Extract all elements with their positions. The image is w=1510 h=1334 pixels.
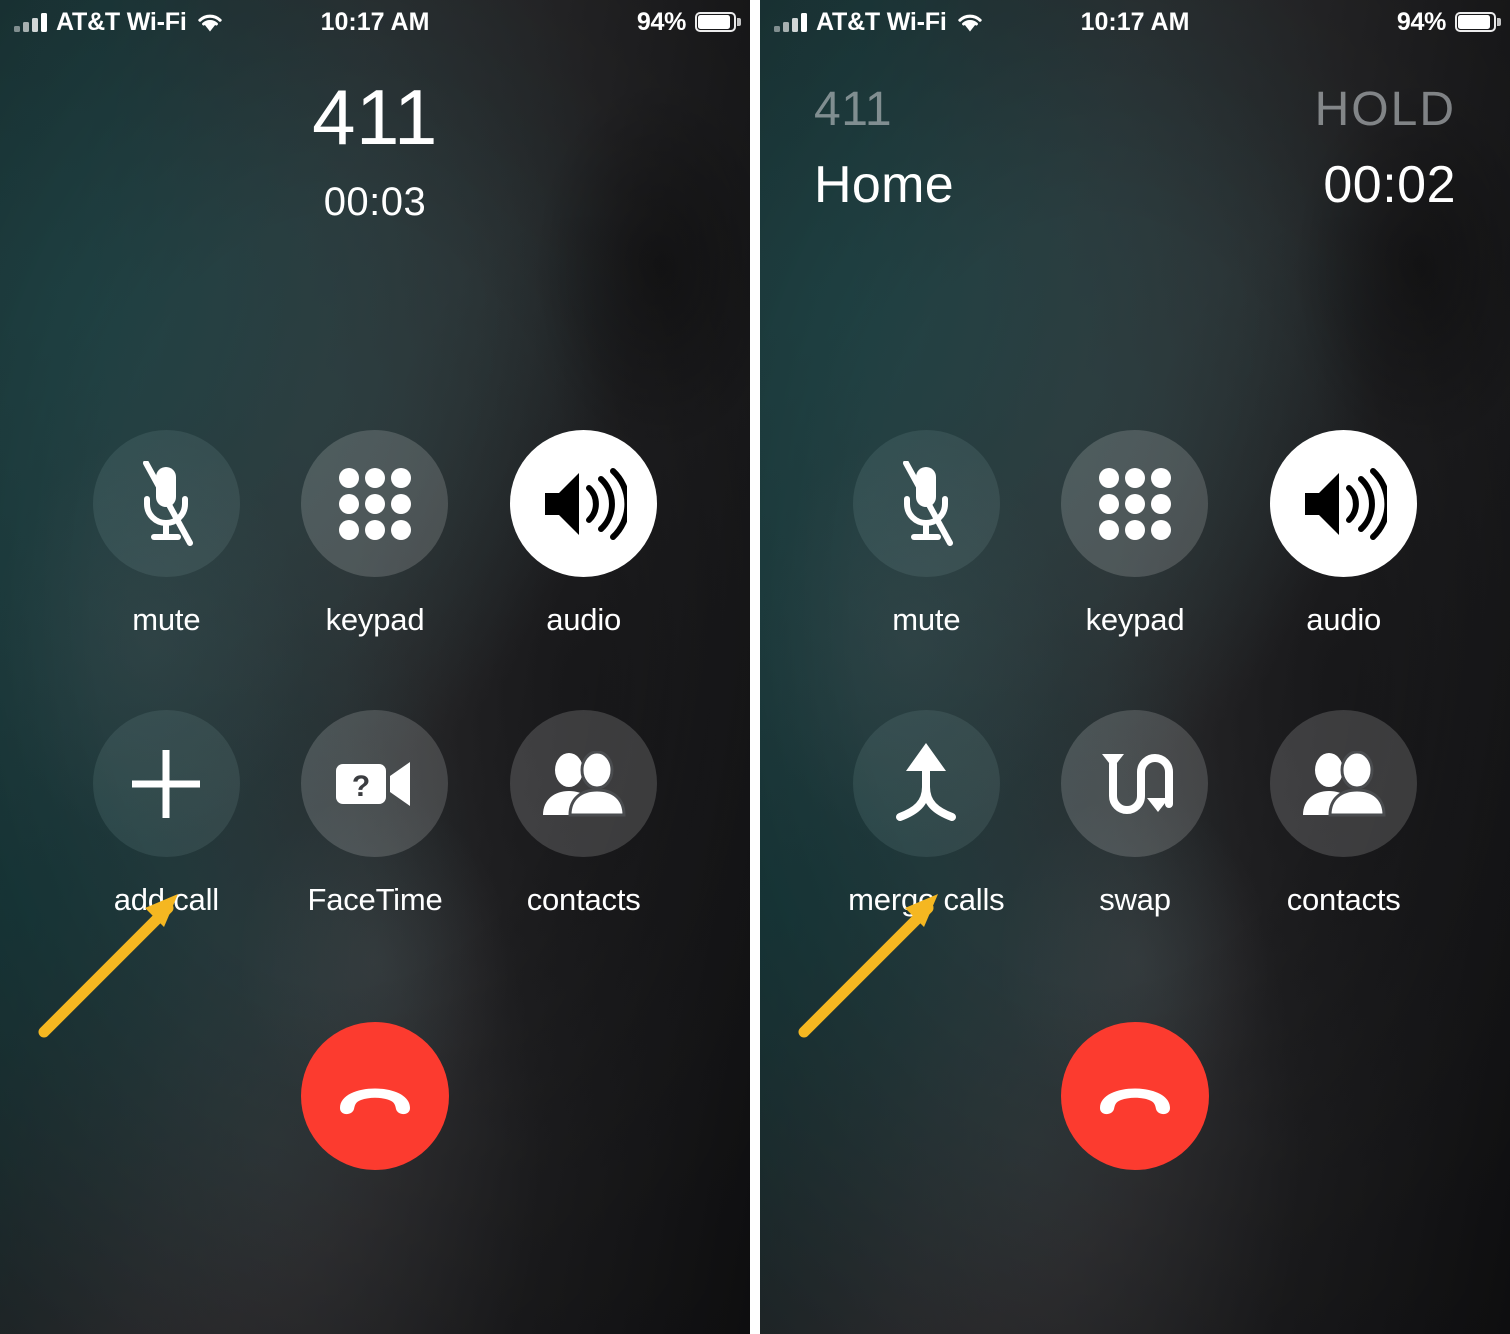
- mute-button[interactable]: [92, 430, 240, 577]
- end-call-button[interactable]: [1061, 1022, 1209, 1170]
- battery-percent-label: 94%: [636, 7, 686, 36]
- held-call-state-badge: HOLD: [1314, 83, 1456, 136]
- call-actions-grid: mute keypad: [760, 430, 1510, 918]
- call-number: 411: [312, 73, 438, 161]
- active-call-duration: 00:02: [1323, 156, 1456, 214]
- merge-arrows-icon: [896, 742, 957, 821]
- action-merge-calls[interactable]: merge calls: [848, 710, 1005, 918]
- speaker-waves-icon: [1304, 467, 1387, 540]
- action-mute[interactable]: mute: [92, 430, 240, 638]
- action-facetime[interactable]: ? FaceTime: [301, 710, 449, 918]
- action-label: add call: [113, 882, 219, 917]
- action-audio[interactable]: audio: [510, 430, 658, 638]
- status-bar-clock: 10:17 AM: [1080, 7, 1190, 36]
- battery-icon: [695, 12, 741, 32]
- screenshot-comparison: AT&T Wi-Fi 10:17 AM 94% 411 00:03 mute k…: [0, 0, 1510, 1334]
- action-label: keypad: [1085, 602, 1185, 637]
- swap-button[interactable]: [1061, 710, 1209, 857]
- battery-icon: [1455, 12, 1501, 32]
- end-call-button[interactable]: [301, 1022, 449, 1170]
- keypad-dots-icon: [1098, 467, 1171, 540]
- battery-percent-label: 94%: [1396, 7, 1446, 36]
- action-label: swap: [1099, 882, 1171, 917]
- status-bar: AT&T Wi-Fi 10:17 AM 94%: [0, 0, 750, 44]
- hang-up-phone-icon: [1100, 1088, 1170, 1115]
- action-label: FaceTime: [307, 882, 443, 917]
- status-bar-clock: 10:17 AM: [320, 7, 430, 36]
- contacts-people-icon: [1302, 750, 1386, 816]
- action-label: keypad: [325, 602, 425, 637]
- contacts-people-icon: [542, 750, 626, 816]
- active-call-name: Home: [814, 156, 954, 214]
- plus-icon: [132, 749, 201, 818]
- call-duration: 00:03: [323, 180, 427, 224]
- action-audio[interactable]: audio: [1270, 430, 1418, 638]
- svg-text:?: ?: [352, 770, 370, 803]
- action-label: contacts: [1286, 882, 1401, 917]
- action-swap[interactable]: swap: [1061, 710, 1209, 918]
- action-keypad[interactable]: keypad: [1061, 430, 1209, 638]
- phone-screen-merge-call: AT&T Wi-Fi 10:17 AM 94% 411 HOLD Home 00…: [760, 0, 1510, 1334]
- microphone-slash-icon: [143, 460, 194, 546]
- action-label: contacts: [526, 882, 641, 917]
- microphone-slash-icon: [903, 460, 954, 546]
- action-label: audio: [1306, 602, 1382, 637]
- held-call-number: 411: [814, 83, 893, 136]
- phone-screen-single-call: AT&T Wi-Fi 10:17 AM 94% 411 00:03 mute k…: [0, 0, 750, 1334]
- action-add-call[interactable]: add call: [92, 710, 240, 918]
- audio-speaker-button[interactable]: [1270, 430, 1418, 577]
- held-call-row[interactable]: 411 HOLD: [814, 82, 1456, 137]
- action-label: mute: [132, 602, 201, 637]
- status-bar-right: 94%: [1396, 7, 1501, 37]
- action-contacts[interactable]: contacts: [510, 710, 658, 918]
- call-header-single: 411 00:03: [0, 78, 750, 225]
- merge-calls-button[interactable]: [852, 710, 1000, 857]
- active-call-row: Home 00:02: [814, 155, 1456, 215]
- panel-divider: [750, 0, 760, 1334]
- add-call-button[interactable]: [92, 710, 240, 857]
- swap-arrows-icon: [1101, 753, 1173, 814]
- action-keypad[interactable]: keypad: [301, 430, 449, 638]
- action-mute[interactable]: mute: [852, 430, 1000, 638]
- action-label: audio: [546, 602, 622, 637]
- call-actions-grid: mute keypad: [0, 430, 750, 918]
- keypad-dots-icon: [338, 467, 411, 540]
- status-bar-right: 94%: [636, 7, 741, 37]
- action-label: merge calls: [848, 882, 1005, 917]
- call-header-dual: 411 HOLD Home 00:02: [760, 78, 1510, 215]
- facetime-video-unavailable-icon: ?: [335, 761, 410, 806]
- speaker-waves-icon: [544, 467, 627, 540]
- mute-button[interactable]: [852, 430, 1000, 577]
- contacts-button[interactable]: [1270, 710, 1418, 857]
- audio-speaker-button[interactable]: [510, 430, 658, 577]
- facetime-button[interactable]: ?: [301, 710, 449, 857]
- status-bar: AT&T Wi-Fi 10:17 AM 94%: [760, 0, 1510, 44]
- keypad-button[interactable]: [301, 430, 449, 577]
- action-contacts[interactable]: contacts: [1270, 710, 1418, 918]
- contacts-button[interactable]: [510, 710, 658, 857]
- action-label: mute: [892, 602, 961, 637]
- keypad-button[interactable]: [1061, 430, 1209, 577]
- hang-up-phone-icon: [340, 1088, 410, 1115]
